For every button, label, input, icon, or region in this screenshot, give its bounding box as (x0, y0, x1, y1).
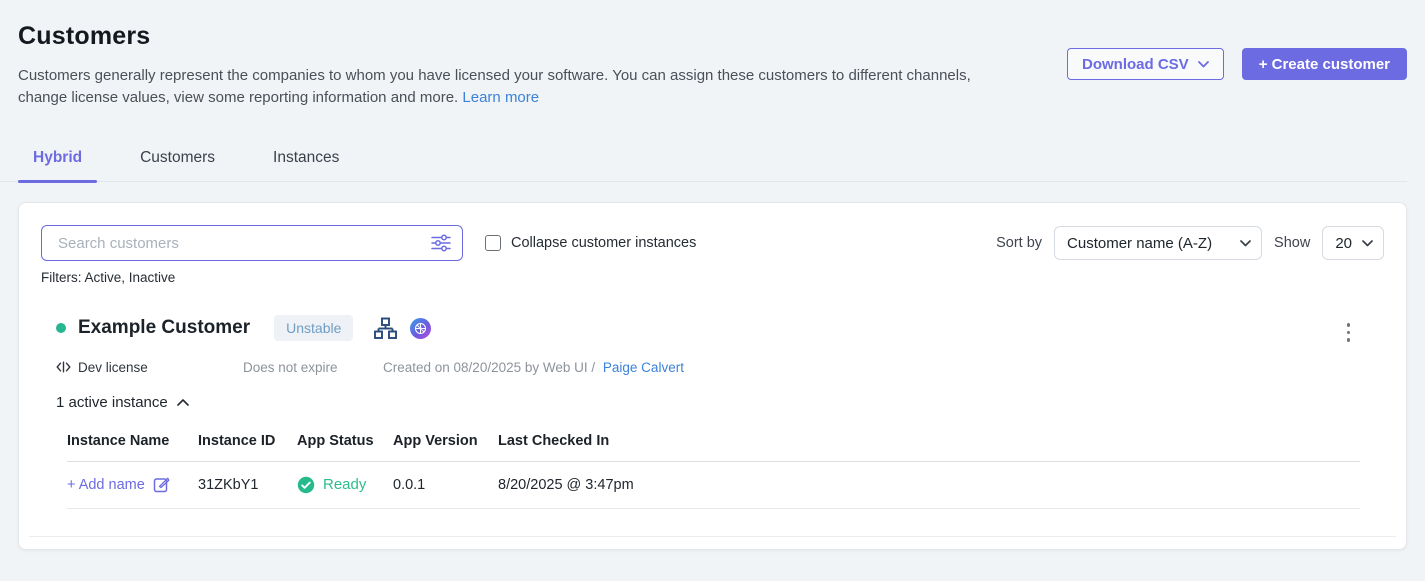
instances-toggle[interactable]: 1 active instance (56, 394, 189, 411)
code-icon (56, 360, 71, 374)
customer-name[interactable]: Example Customer (78, 317, 250, 339)
sort-select-value: Customer name (A-Z) (1067, 235, 1212, 252)
kubernetes-icon (410, 318, 431, 339)
created-text: Created on 08/20/2025 by Web UI / (383, 360, 595, 375)
filters-note: Filters: Active, Inactive (41, 270, 1384, 285)
created-by-link[interactable]: Paige Calvert (603, 360, 684, 375)
tab-hybrid[interactable]: Hybrid (18, 139, 97, 181)
customers-page: Customers Customers generally represent … (0, 0, 1425, 581)
header-actions: Download CSV + Create customer (1067, 48, 1407, 80)
customer-actions-kebab-icon[interactable] (1343, 319, 1355, 346)
license-row: Dev license Does not expire Created on 0… (56, 360, 1384, 375)
add-name-label: + Add name (67, 477, 145, 493)
check-circle-icon (297, 476, 315, 494)
sitemap-icon (374, 317, 397, 340)
customers-card: Collapse customer instances Sort by Cust… (18, 202, 1407, 550)
license-type: Dev license (56, 360, 243, 375)
created-info: Created on 08/20/2025 by Web UI / Paige … (383, 360, 684, 375)
filter-sliders-icon[interactable] (431, 234, 451, 252)
search-wrap (41, 225, 463, 261)
app-version-cell: 0.0.1 (393, 477, 498, 493)
download-csv-label: Download CSV (1082, 56, 1189, 73)
collapse-instances-checkbox[interactable] (485, 235, 501, 251)
customer-block: Example Customer Unstable (41, 311, 1384, 509)
download-csv-button[interactable]: Download CSV (1067, 48, 1224, 80)
app-status-cell: Ready (297, 476, 393, 494)
active-status-dot-icon (56, 323, 66, 333)
tab-customers[interactable]: Customers (125, 139, 230, 181)
instances-table-header: Instance Name Instance ID App Status App… (67, 427, 1360, 462)
col-instance-id: Instance ID (198, 433, 297, 449)
col-instance-name: Instance Name (67, 433, 198, 449)
table-row: + Add name 31ZKbY1 (67, 462, 1360, 509)
col-last-checked-in: Last Checked In (498, 433, 1360, 449)
collapse-instances-control: Collapse customer instances (485, 235, 696, 251)
show-label: Show (1274, 235, 1310, 251)
chevron-up-icon (177, 399, 189, 406)
instance-id-cell: 31ZKbY1 (198, 477, 297, 493)
toolbar: Collapse customer instances Sort by Cust… (41, 225, 1384, 261)
show-select-value: 20 (1335, 235, 1352, 252)
app-status-label: Ready (323, 476, 366, 493)
channel-badge: Unstable (274, 315, 353, 341)
learn-more-link[interactable]: Learn more (462, 89, 539, 106)
page-title: Customers (18, 22, 1407, 51)
add-name-button[interactable]: + Add name (67, 476, 198, 493)
license-expiry: Does not expire (243, 360, 383, 375)
page-description: Customers generally represent the compan… (18, 65, 976, 109)
chevron-down-icon (1240, 240, 1251, 247)
col-app-status: App Status (297, 433, 393, 449)
last-checked-in-cell: 8/20/2025 @ 3:47pm (498, 477, 1360, 493)
instances-table: Instance Name Instance ID App Status App… (67, 427, 1360, 509)
sort-select[interactable]: Customer name (A-Z) (1054, 226, 1262, 260)
card-footer-divider (29, 536, 1396, 537)
chevron-down-icon (1362, 240, 1373, 247)
chevron-down-icon (1198, 61, 1209, 68)
license-type-label: Dev license (78, 360, 148, 375)
col-app-version: App Version (393, 433, 498, 449)
sort-by-label: Sort by (996, 235, 1042, 251)
collapse-instances-label: Collapse customer instances (511, 235, 696, 251)
create-customer-button[interactable]: + Create customer (1242, 48, 1407, 80)
customer-header-row: Example Customer Unstable (56, 311, 1384, 346)
tab-bar: Hybrid Customers Instances (0, 139, 1407, 182)
show-select[interactable]: 20 (1322, 226, 1384, 260)
search-input[interactable] (41, 225, 463, 261)
edit-icon (153, 476, 170, 493)
customer-type-icons (374, 317, 431, 340)
tab-instances[interactable]: Instances (258, 139, 354, 181)
toolbar-right: Sort by Customer name (A-Z) Show 20 (996, 226, 1384, 260)
instances-summary: 1 active instance (56, 394, 168, 411)
